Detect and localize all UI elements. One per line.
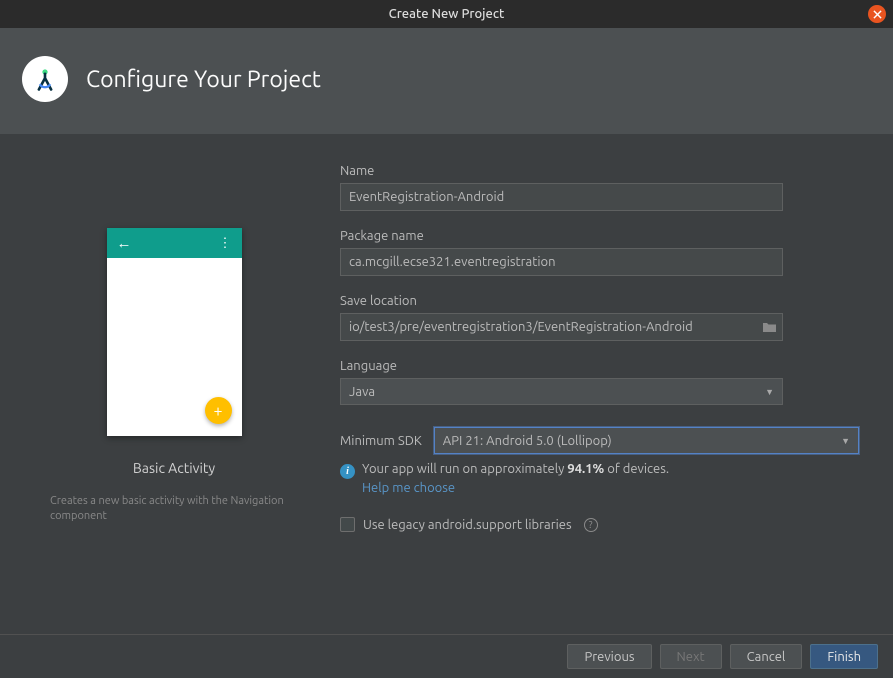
help-me-choose-link[interactable]: Help me choose: [362, 481, 859, 495]
info-icon: i: [340, 464, 355, 479]
name-input-value: EventRegistration-Android: [349, 190, 504, 204]
header: Configure Your Project: [0, 28, 893, 134]
legacy-label: Use legacy android.support libraries: [363, 518, 572, 532]
language-select-value: Java: [349, 385, 375, 399]
min-sdk-value: API 21: Android 5.0 (Lollipop): [443, 434, 612, 448]
chevron-down-icon: ▼: [765, 387, 774, 397]
content: ← ⋮ + Basic Activity Creates a new basic…: [0, 134, 893, 624]
finish-button[interactable]: Finish: [810, 644, 878, 669]
legacy-checkbox[interactable]: [340, 517, 355, 532]
close-icon[interactable]: [868, 5, 886, 23]
min-sdk-label: Minimum SDK: [340, 434, 422, 448]
compat-suffix: of devices.: [604, 462, 669, 476]
next-button[interactable]: Next: [660, 644, 722, 669]
window-title: Create New Project: [389, 7, 505, 21]
back-arrow-icon: ←: [117, 234, 132, 252]
form: Name EventRegistration-Android Package n…: [340, 164, 859, 624]
min-sdk-select[interactable]: API 21: Android 5.0 (Lollipop) ▼: [434, 427, 859, 454]
template-description: Creates a new basic activity with the Na…: [46, 494, 302, 525]
chevron-down-icon: ▼: [841, 436, 850, 446]
package-input[interactable]: ca.mcgill.ecse321.eventregistration: [340, 248, 783, 276]
min-sdk-row: Minimum SDK API 21: Android 5.0 (Lollipo…: [340, 427, 859, 454]
phone-preview: ← ⋮ +: [107, 228, 242, 436]
package-input-value: ca.mcgill.ecse321.eventregistration: [349, 255, 556, 269]
compat-prefix: Your app will run on approximately: [362, 462, 567, 476]
name-input[interactable]: EventRegistration-Android: [340, 183, 783, 211]
language-label: Language: [340, 359, 859, 373]
bottom-bar: Previous Next Cancel Finish: [0, 634, 893, 678]
help-icon[interactable]: ?: [584, 518, 598, 532]
page-title: Configure Your Project: [86, 67, 321, 92]
name-label: Name: [340, 164, 859, 178]
save-location-value: io/test3/pre/eventregistration3/EventReg…: [349, 320, 693, 334]
android-studio-logo-icon: [22, 56, 68, 102]
fab-plus-icon: +: [205, 397, 232, 424]
browse-folder-icon[interactable]: [760, 319, 778, 335]
more-vert-icon: ⋮: [219, 237, 232, 250]
legacy-checkbox-row: Use legacy android.support libraries ?: [340, 517, 859, 532]
save-location-input[interactable]: io/test3/pre/eventregistration3/EventReg…: [340, 313, 783, 341]
compat-pct: 94.1%: [567, 462, 604, 476]
save-location-label: Save location: [340, 294, 859, 308]
template-preview: ← ⋮ + Basic Activity Creates a new basic…: [38, 164, 310, 624]
titlebar: Create New Project: [0, 0, 893, 28]
previous-button[interactable]: Previous: [567, 644, 651, 669]
cancel-button[interactable]: Cancel: [730, 644, 803, 669]
language-select[interactable]: Java ▼: [340, 378, 783, 405]
compat-text: Your app will run on approximately 94.1%…: [362, 462, 669, 479]
preview-appbar: ← ⋮: [107, 228, 242, 258]
package-label: Package name: [340, 229, 859, 243]
compat-info: i Your app will run on approximately 94.…: [340, 462, 859, 479]
template-name: Basic Activity: [133, 460, 215, 476]
